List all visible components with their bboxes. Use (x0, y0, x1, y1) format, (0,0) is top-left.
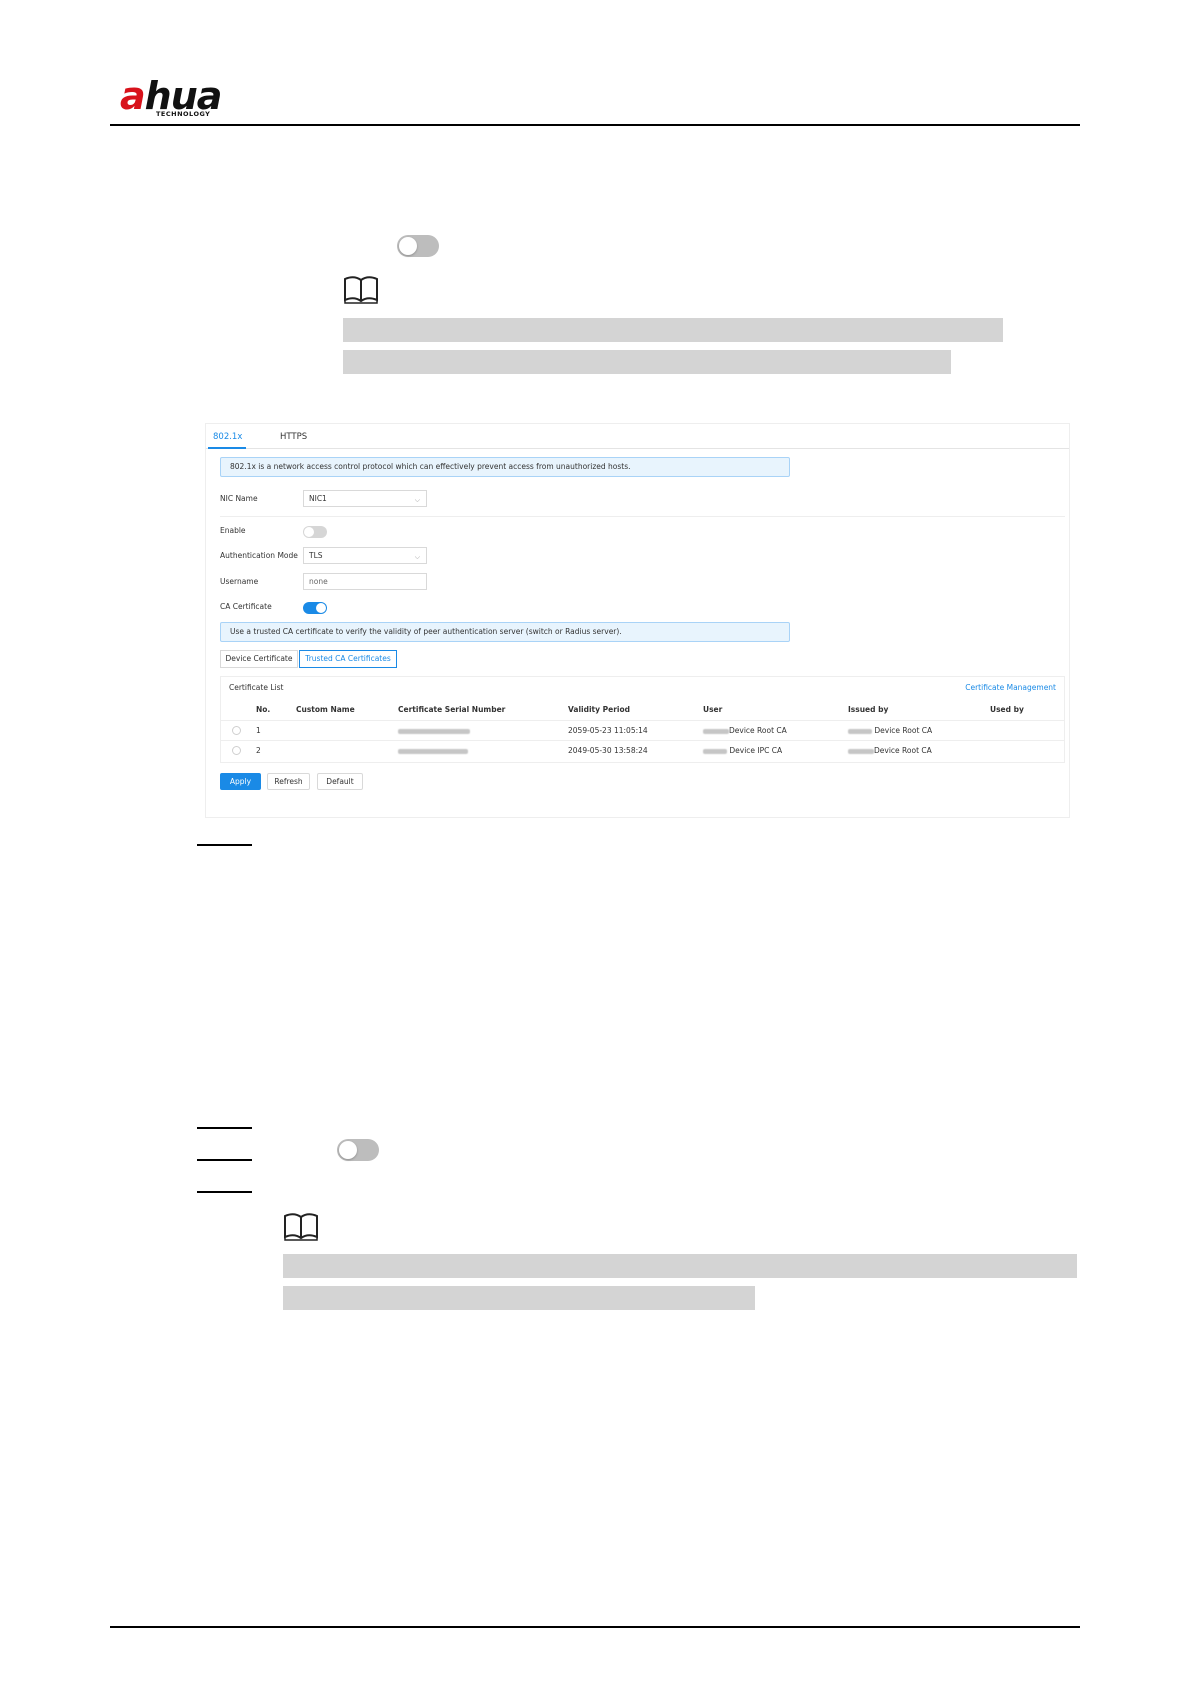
row-select-radio-icon[interactable] (232, 746, 241, 755)
auth-mode-select[interactable]: TLS ⌵ (303, 547, 427, 564)
brand-logo: ahua TECHNOLOGY (120, 74, 270, 120)
username-label: Username (220, 577, 259, 586)
apply-button[interactable]: Apply (220, 773, 261, 790)
tab-802-1x[interactable]: 802.1x (213, 432, 242, 442)
column-header-custom-name: Custom Name (296, 705, 355, 714)
step-marker-line (197, 844, 252, 846)
book-note-icon (342, 275, 380, 305)
tab-https[interactable]: HTTPS (280, 432, 307, 442)
column-header-no: No. (256, 705, 271, 714)
username-value: none (309, 577, 328, 586)
subtab-device-certificate[interactable]: Device Certificate (220, 650, 298, 668)
enable-label: Enable (220, 526, 246, 535)
column-header-used-by: Used by (990, 705, 1024, 714)
redacted-note-line (283, 1286, 755, 1310)
cell-no: 1 (256, 726, 261, 735)
auth-mode-label: Authentication Mode (220, 551, 298, 560)
column-header-validity-period: Validity Period (568, 705, 630, 714)
cell-issued-by-text: Device Root CA (874, 726, 933, 735)
subtab-trusted-ca-certificates[interactable]: Trusted CA Certificates (299, 650, 397, 668)
cell-user: Device IPC CA (703, 746, 782, 755)
redacted-note-line (343, 318, 1003, 342)
refresh-button[interactable]: Refresh (267, 773, 310, 790)
chevron-down-icon: ⌵ (414, 496, 420, 504)
cell-no: 2 (256, 746, 261, 755)
info-banner-802-1x: 802.1x is a network access control proto… (220, 457, 790, 477)
certificate-list-table: Certificate List Certificate Management … (220, 676, 1065, 763)
doc-toggle-switch-icon (337, 1139, 379, 1161)
settings-panel-screenshot: 802.1x HTTPS 802.1x is a network access … (205, 423, 1070, 818)
logo-subtitle: TECHNOLOGY (156, 110, 211, 118)
row-divider (221, 720, 1064, 721)
cell-serial-redacted (398, 726, 470, 735)
cell-user-text: Device Root CA (729, 726, 787, 735)
ca-certificate-toggle[interactable] (303, 602, 327, 614)
step-marker-line (197, 1127, 252, 1129)
enable-toggle[interactable] (303, 526, 327, 538)
section-divider (220, 516, 1065, 517)
cell-serial-redacted (398, 746, 468, 755)
chevron-down-icon: ⌵ (414, 553, 420, 561)
step-marker-line (197, 1159, 252, 1161)
info-banner-ca: Use a trusted CA certificate to verify t… (220, 622, 790, 642)
row-select-radio-icon[interactable] (232, 726, 241, 735)
row-divider (221, 740, 1064, 741)
certificate-list-title: Certificate List (229, 683, 284, 692)
redacted-note-line (343, 350, 951, 374)
nic-name-value: NIC1 (309, 494, 327, 503)
cell-validity: 2059-05-23 11:05:14 (568, 726, 648, 735)
cell-validity: 2049-05-30 13:58:24 (568, 746, 648, 755)
column-header-serial-number: Certificate Serial Number (398, 705, 506, 714)
redacted-note-line (283, 1254, 1077, 1278)
logo-accent: a (120, 74, 146, 118)
cell-user-text: Device IPC CA (729, 746, 783, 755)
column-header-user: User (703, 705, 723, 714)
tab-bar: 802.1x HTTPS (206, 424, 1069, 449)
cell-user: Device Root CA (703, 726, 787, 735)
step-marker-line (197, 1191, 252, 1193)
username-input[interactable]: none (303, 573, 427, 590)
cell-issued-by: Device Root CA (848, 726, 932, 735)
active-tab-indicator (208, 447, 246, 449)
column-header-issued-by: Issued by (848, 705, 889, 714)
book-note-icon (282, 1212, 320, 1242)
default-button[interactable]: Default (317, 773, 363, 790)
ca-certificate-label: CA Certificate (220, 602, 272, 611)
cell-issued-by: Device Root CA (848, 746, 932, 755)
doc-toggle-switch-icon (397, 235, 439, 257)
cell-issued-by-text: Device Root CA (874, 746, 932, 755)
footer-rule (110, 1626, 1080, 1628)
nic-name-label: NIC Name (220, 494, 258, 503)
auth-mode-value: TLS (309, 551, 323, 560)
certificate-management-link[interactable]: Certificate Management (965, 683, 1056, 692)
header-rule (110, 124, 1080, 126)
nic-name-select[interactable]: NIC1 ⌵ (303, 490, 427, 507)
